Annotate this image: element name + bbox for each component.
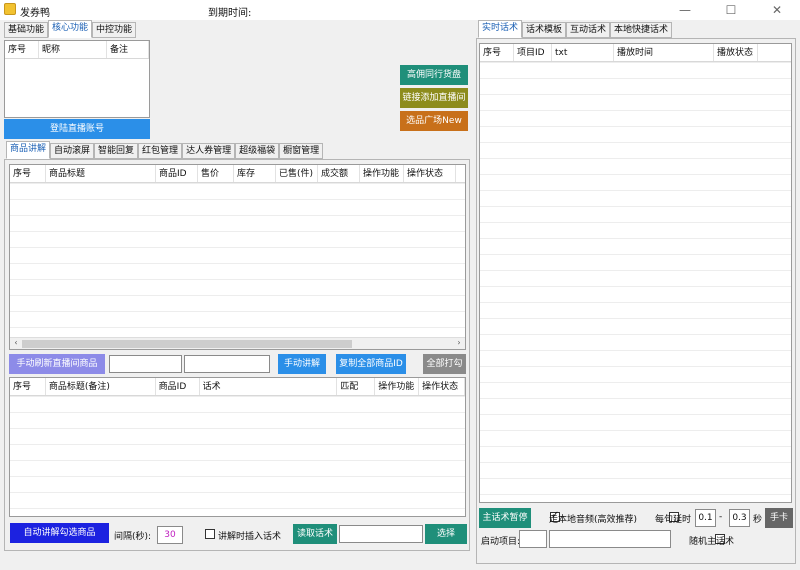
product-square-button[interactable]: 选品广场New [400, 111, 468, 131]
scroll-thumb[interactable] [22, 340, 352, 348]
col-header: 商品ID [156, 165, 198, 182]
col-header: 项目ID [514, 44, 552, 61]
tab-basic[interactable]: 基础功能 [4, 22, 49, 38]
col-header: txt [552, 44, 614, 61]
select-button[interactable]: 选择 [425, 524, 467, 544]
scroll-right-icon[interactable]: › [453, 338, 465, 349]
main-tabstrip: 基础功能 核心功能 中控功能 [4, 20, 137, 40]
filter-input-2[interactable] [184, 355, 270, 373]
tab-core[interactable]: 核心功能 [48, 20, 93, 38]
col-header: 商品标题(备注) [46, 378, 156, 395]
right-grid-lines [480, 62, 791, 502]
col-header: 序号 [480, 44, 514, 61]
random-script-label: 随机主话术 [689, 537, 735, 547]
tab-lucky-bag[interactable]: 超级福袋 [235, 143, 280, 159]
script-path-input[interactable] [339, 525, 423, 543]
login-button[interactable]: 登陆直播账号 [4, 119, 150, 139]
product-table[interactable]: 序号 商品标题 商品ID 售价 库存 已售(件) 成交额 操作功能 操作状态 ‹… [9, 164, 466, 350]
col-header: 匹配 [337, 378, 376, 395]
window-title: 发券鸭 [20, 8, 50, 19]
product-hscrollbar[interactable]: ‹ › [10, 337, 465, 349]
auto-explain-button[interactable]: 自动讲解勾选商品 [10, 523, 109, 543]
script-table-header: 序号 商品标题(备注) 商品ID 话术 匹配 操作功能 操作状态 [10, 378, 465, 396]
col-header: 操作状态 [419, 378, 465, 395]
col-header: 库存 [234, 165, 276, 182]
col-header: 播放时间 [614, 44, 714, 61]
col-header: 操作功能 [375, 378, 420, 395]
delay-label: 每句延时 [655, 515, 692, 525]
product-table-header: 序号 商品标题 商品ID 售价 库存 已售(件) 成交额 操作功能 操作状态 [10, 165, 465, 183]
col-header: 成交额 [318, 165, 360, 182]
copy-all-ids-button[interactable]: 复制全部商品ID [336, 354, 406, 374]
filter-input-1[interactable] [109, 355, 182, 373]
start-item-label: 启动项目: [481, 537, 521, 547]
tab-coupon[interactable]: 达人券管理 [182, 143, 236, 159]
col-header: 操作功能 [360, 165, 404, 182]
tab-realtime-script[interactable]: 实时话术 [478, 20, 523, 38]
maximize-icon[interactable]: ☐ [708, 0, 754, 20]
tab-auto-scroll[interactable]: 自动滚屏 [50, 143, 95, 159]
insert-script-checkbox[interactable] [205, 529, 215, 539]
tab-script-template[interactable]: 话术模板 [522, 22, 567, 38]
read-script-button[interactable]: 读取话术 [293, 524, 337, 544]
col-header: 已售(件) [276, 165, 318, 182]
col-header: 话术 [200, 378, 338, 395]
delay-min-input[interactable]: 0.1 [695, 509, 716, 527]
manual-explain-button[interactable]: 手动讲解 [278, 354, 326, 374]
tab-smart-reply[interactable]: 智能回复 [94, 143, 139, 159]
col-header: 备注 [107, 41, 149, 58]
col-header: 序号 [10, 165, 46, 182]
expire-label: 到期时间: [208, 8, 252, 19]
script-table[interactable]: 序号 商品标题(备注) 商品ID 话术 匹配 操作功能 操作状态 [9, 377, 466, 517]
insert-script-label: 讲解时插入话术 [218, 532, 282, 542]
start-item-input-1[interactable] [519, 530, 547, 548]
tab-interactive-script[interactable]: 互动话术 [566, 22, 611, 38]
tab-showcase[interactable]: 橱窗管理 [279, 143, 324, 159]
col-header: 播放状态 [714, 44, 758, 61]
right-table-header: 序号 项目ID txt 播放时间 播放状态 [480, 44, 791, 62]
pause-script-button[interactable]: 主话术暂停 [479, 508, 531, 528]
high-commission-button[interactable]: 高佣同行货盘 [400, 65, 468, 85]
account-table-header: 序号 昵称 备注 [5, 41, 149, 59]
start-item-input-2[interactable] [549, 530, 671, 548]
close-icon[interactable]: ✕ [754, 0, 800, 20]
scroll-left-icon[interactable]: ‹ [10, 338, 22, 349]
col-header: 商品ID [156, 378, 200, 395]
tab-red-packet[interactable]: 红包管理 [138, 143, 183, 159]
realtime-script-table[interactable]: 序号 项目ID txt 播放时间 播放状态 [479, 43, 792, 503]
script-grid-lines [10, 396, 465, 516]
minimize-icon[interactable]: — [662, 0, 708, 20]
seconds-label: 秒 [753, 515, 763, 525]
refresh-products-button[interactable]: 手动刷新直播间商品 [9, 354, 105, 374]
local-audio-label: 走本地音频(高效推荐) [549, 515, 638, 525]
col-header: 序号 [10, 378, 46, 395]
check-all-button[interactable]: 全部打勾 [423, 354, 466, 374]
product-grid-lines [10, 183, 465, 337]
tab-control[interactable]: 中控功能 [92, 22, 137, 38]
col-header: 昵称 [39, 41, 107, 58]
col-header: 售价 [198, 165, 234, 182]
app-icon [4, 3, 16, 15]
add-room-link-button[interactable]: 链接添加直播间 [400, 88, 468, 108]
account-table[interactable]: 序号 昵称 备注 [4, 40, 150, 118]
tab-product-explain[interactable]: 商品讲解 [6, 141, 51, 159]
col-header: 序号 [5, 41, 39, 58]
hand-card-button[interactable]: 手卡 [765, 508, 793, 528]
delay-dash: - [719, 512, 723, 522]
interval-label: 间隔(秒): [114, 532, 152, 542]
interval-input[interactable]: 30 [157, 526, 183, 544]
tab-local-quick-script[interactable]: 本地快捷话术 [610, 22, 673, 38]
col-header: 商品标题 [46, 165, 156, 182]
col-header: 操作状态 [404, 165, 456, 182]
delay-max-input[interactable]: 0.3 [729, 509, 750, 527]
